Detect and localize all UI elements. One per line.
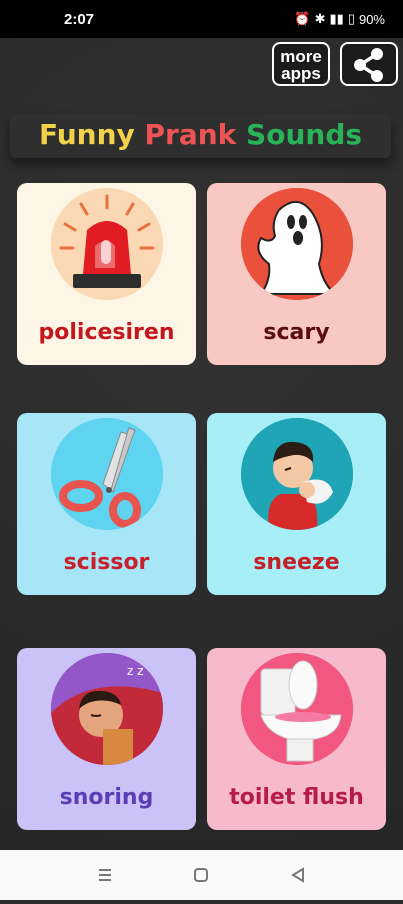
title-word-sounds: Sounds xyxy=(246,118,363,151)
police-siren-icon xyxy=(51,188,163,300)
sound-card-sneeze[interactable]: sneeze xyxy=(207,413,386,595)
app-screen: more apps Funny Prank Sounds policesiren… xyxy=(0,38,403,850)
back-triangle-icon xyxy=(291,867,304,883)
sound-label-sneeze: sneeze xyxy=(253,550,340,575)
sound-card-toilet-flush[interactable]: toilet flush xyxy=(207,648,386,830)
signal-icon: ▮▮ xyxy=(329,11,344,26)
status-bar: 2:07 ⏰ ✱ ▮▮ ▯ 90% xyxy=(0,0,403,38)
status-time: 2:07 xyxy=(64,11,95,28)
more-apps-line2: apps xyxy=(281,64,321,83)
more-apps-button[interactable]: more apps xyxy=(272,42,330,86)
sound-card-policesiren[interactable]: policesiren xyxy=(17,183,196,365)
sound-card-snoring[interactable]: z z snoring xyxy=(17,648,196,830)
sneezing-boy-icon xyxy=(241,418,353,530)
share-icon xyxy=(354,48,383,82)
sound-card-scary[interactable]: scary xyxy=(207,183,386,365)
bluetooth-icon: ✱ xyxy=(314,11,326,26)
sound-label-scissor: scissor xyxy=(63,550,150,575)
ghost-icon xyxy=(241,188,353,300)
menu-icon xyxy=(99,869,111,881)
home-button[interactable] xyxy=(171,850,231,900)
recent-apps-button[interactable] xyxy=(75,850,135,900)
status-icons: ⏰ ✱ ▮▮ ▯ 90% xyxy=(294,11,385,27)
sound-label-policesiren: policesiren xyxy=(38,320,175,345)
home-square-icon xyxy=(194,868,208,882)
page-title: Funny Prank Sounds xyxy=(10,114,391,158)
alarm-icon: ⏰ xyxy=(294,11,311,26)
battery-percent: 90% xyxy=(358,11,385,27)
sound-card-scissor[interactable]: scissor xyxy=(17,413,196,595)
system-nav-bar xyxy=(0,850,403,900)
sound-label-scary: scary xyxy=(263,320,330,345)
title-word-prank: Prank xyxy=(144,118,237,151)
battery-icon: ▯ xyxy=(347,11,355,26)
more-apps-line1: more xyxy=(280,47,322,66)
sound-label-toilet-flush: toilet flush xyxy=(229,785,364,810)
scissors-icon xyxy=(51,418,163,530)
share-button[interactable] xyxy=(340,42,398,86)
toilet-icon xyxy=(241,653,353,765)
svg-text:z z: z z xyxy=(127,664,143,678)
back-button[interactable] xyxy=(268,850,328,900)
sound-label-snoring: snoring xyxy=(59,785,154,810)
snoring-man-icon: z z xyxy=(51,653,163,765)
title-word-funny: Funny xyxy=(38,118,135,151)
